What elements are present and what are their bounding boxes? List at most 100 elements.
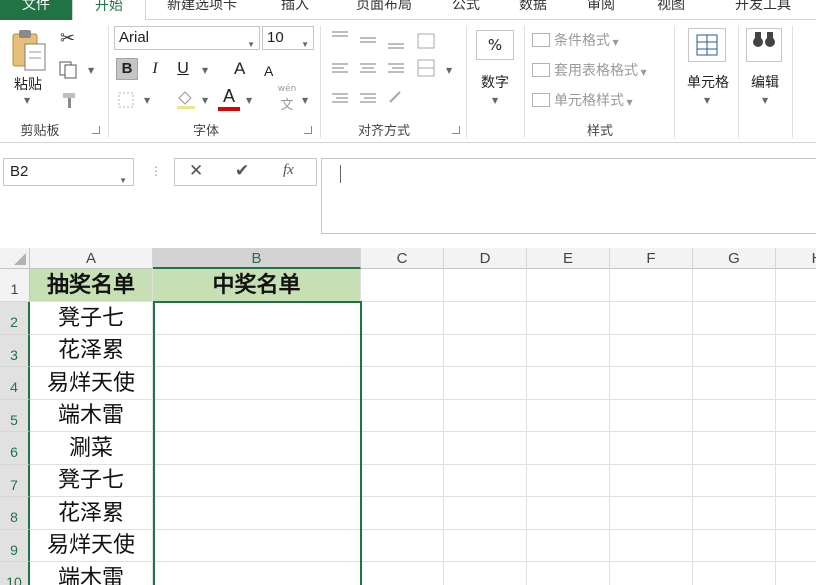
- column-header-f[interactable]: F: [610, 248, 693, 269]
- fill-color-icon[interactable]: [174, 88, 198, 110]
- cell-d5[interactable]: [444, 400, 527, 432]
- cell-f2[interactable]: [610, 302, 693, 335]
- alignment-launcher-icon[interactable]: [452, 126, 460, 134]
- paste-icon[interactable]: [10, 28, 48, 72]
- cell-d1[interactable]: [444, 269, 527, 302]
- font-name-select[interactable]: Arial ▼: [114, 26, 260, 50]
- select-all-corner[interactable]: [0, 248, 30, 269]
- cell-a2[interactable]: 凳子七: [30, 302, 153, 335]
- cell-h3[interactable]: [776, 335, 816, 367]
- cell-b1[interactable]: 中奖名单: [153, 269, 361, 302]
- paste-dropdown-icon[interactable]: ▼: [24, 96, 30, 105]
- cell-f7[interactable]: [610, 465, 693, 497]
- cell-f5[interactable]: [610, 400, 693, 432]
- cell-h4[interactable]: [776, 367, 816, 400]
- cell-h7[interactable]: [776, 465, 816, 497]
- cell-d8[interactable]: [444, 497, 527, 530]
- cell-c7[interactable]: [361, 465, 444, 497]
- chevron-down-icon[interactable]: ▼: [119, 168, 127, 194]
- cell-c2[interactable]: [361, 302, 444, 335]
- cell-a5[interactable]: 端木雷: [30, 400, 153, 432]
- row-header-3[interactable]: 3: [0, 335, 30, 367]
- merge-dropdown-icon[interactable]: ▼: [446, 66, 452, 75]
- row-header-4[interactable]: 4: [0, 367, 30, 400]
- cell-c5[interactable]: [361, 400, 444, 432]
- cell-h1[interactable]: [776, 269, 816, 302]
- italic-button[interactable]: I: [146, 58, 164, 80]
- row-header-5[interactable]: 5: [0, 400, 30, 432]
- conditional-formatting-button[interactable]: 条件格式 ▼: [532, 30, 672, 50]
- column-header-g[interactable]: G: [693, 248, 776, 269]
- tab-home[interactable]: 开始: [72, 0, 146, 20]
- tab-file[interactable]: 文件: [0, 0, 72, 20]
- cell-h5[interactable]: [776, 400, 816, 432]
- row-header-1[interactable]: 1: [0, 269, 30, 302]
- cell-c10[interactable]: [361, 562, 444, 585]
- cell-h10[interactable]: [776, 562, 816, 585]
- paste-button-label[interactable]: 粘贴: [8, 74, 48, 94]
- cell-c9[interactable]: [361, 530, 444, 562]
- percent-icon[interactable]: %: [476, 30, 514, 60]
- column-header-h[interactable]: H: [776, 248, 816, 269]
- tab-page-layout[interactable]: 页面布局: [332, 0, 436, 20]
- row-header-9[interactable]: 9: [0, 530, 30, 562]
- borders-dropdown-icon[interactable]: ▼: [144, 96, 150, 105]
- cell-g6[interactable]: [693, 432, 776, 465]
- worksheet-grid[interactable]: A B C D E F G H 12凳子七3花泽累4易烊天使5端木雷6涮菜7凳子…: [0, 248, 816, 585]
- cell-g7[interactable]: [693, 465, 776, 497]
- cell-g8[interactable]: [693, 497, 776, 530]
- cell-c4[interactable]: [361, 367, 444, 400]
- cell-e8[interactable]: [527, 497, 610, 530]
- cell-f9[interactable]: [610, 530, 693, 562]
- number-format-button[interactable]: 数字: [474, 72, 516, 92]
- row-header-7[interactable]: 7: [0, 465, 30, 497]
- column-header-c[interactable]: C: [361, 248, 444, 269]
- formula-input[interactable]: [321, 158, 816, 234]
- row-header-10[interactable]: 10: [0, 562, 30, 585]
- name-box[interactable]: B2 ▼: [3, 158, 134, 186]
- cell-e5[interactable]: [527, 400, 610, 432]
- cell-d3[interactable]: [444, 335, 527, 367]
- cell-c8[interactable]: [361, 497, 444, 530]
- cell-e7[interactable]: [527, 465, 610, 497]
- cell-a9[interactable]: 易烊天使: [30, 530, 153, 562]
- cell-a3[interactable]: 花泽累: [30, 335, 153, 367]
- cell-d6[interactable]: [444, 432, 527, 465]
- cell-e4[interactable]: [527, 367, 610, 400]
- cell-g4[interactable]: [693, 367, 776, 400]
- cell-g2[interactable]: [693, 302, 776, 335]
- cells-button[interactable]: 单元格: [680, 72, 736, 92]
- tab-developer[interactable]: 开发工具: [710, 0, 816, 20]
- cell-f8[interactable]: [610, 497, 693, 530]
- insert-function-icon[interactable]: fx: [283, 162, 294, 179]
- binoculars-icon[interactable]: [746, 28, 782, 62]
- fill-color-dropdown-icon[interactable]: ▼: [202, 96, 208, 105]
- cell-d9[interactable]: [444, 530, 527, 562]
- cell-c3[interactable]: [361, 335, 444, 367]
- column-header-a[interactable]: A: [30, 248, 153, 269]
- tab-insert[interactable]: 插入: [258, 0, 332, 20]
- column-header-e[interactable]: E: [527, 248, 610, 269]
- cut-icon[interactable]: ✂: [60, 28, 82, 50]
- cell-a10[interactable]: 端木雷: [30, 562, 153, 585]
- column-header-d[interactable]: D: [444, 248, 527, 269]
- cell-e3[interactable]: [527, 335, 610, 367]
- clipboard-launcher-icon[interactable]: [92, 126, 100, 134]
- cell-f1[interactable]: [610, 269, 693, 302]
- phonetic-dropdown-icon[interactable]: ▼: [302, 96, 308, 105]
- cell-g1[interactable]: [693, 269, 776, 302]
- column-header-b[interactable]: B: [153, 248, 361, 269]
- cell-d7[interactable]: [444, 465, 527, 497]
- cell-g9[interactable]: [693, 530, 776, 562]
- borders-icon[interactable]: [116, 90, 138, 110]
- font-color-button[interactable]: A: [218, 86, 240, 106]
- tab-new-tab[interactable]: 新建选项卡: [146, 0, 258, 20]
- cell-a8[interactable]: 花泽累: [30, 497, 153, 530]
- formula-bar-splitter[interactable]: ⋮: [150, 164, 162, 178]
- copy-dropdown-icon[interactable]: ▼: [88, 66, 94, 75]
- font-size-select[interactable]: 10 ▼: [262, 26, 314, 50]
- cell-g10[interactable]: [693, 562, 776, 585]
- font-launcher-icon[interactable]: [304, 126, 312, 134]
- cell-g3[interactable]: [693, 335, 776, 367]
- shrink-font-button[interactable]: A: [264, 61, 284, 81]
